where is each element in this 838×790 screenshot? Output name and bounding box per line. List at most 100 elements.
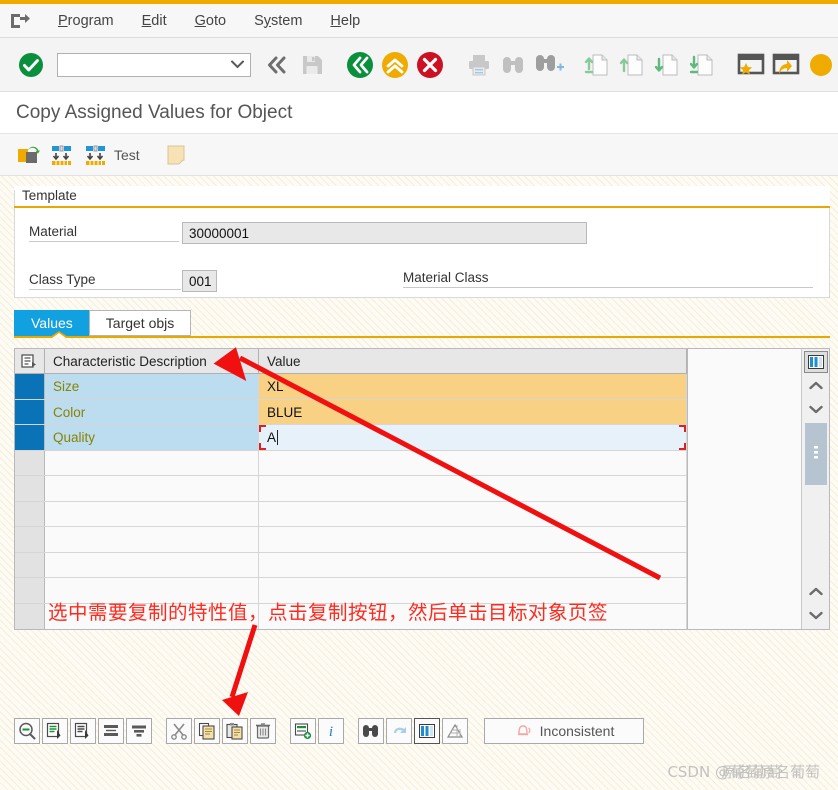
row-selector[interactable] — [15, 374, 45, 399]
next-page-button[interactable] — [650, 47, 685, 83]
grid-config-icon[interactable] — [803, 351, 828, 373]
delete-button[interactable] — [250, 718, 276, 744]
status-label: Inconsistent — [539, 723, 615, 739]
scrollbar-thumb[interactable] — [804, 423, 827, 485]
info-button[interactable]: i — [318, 718, 344, 744]
grid-right-pane — [687, 349, 801, 629]
scroll-down-button[interactable] — [802, 603, 829, 627]
cell-description[interactable]: Quality — [45, 425, 259, 450]
cell-value[interactable] — [259, 527, 687, 552]
cell-description[interactable] — [45, 476, 259, 501]
menu-item-system[interactable]: System — [240, 11, 316, 31]
table-row[interactable] — [15, 476, 687, 502]
back-button[interactable] — [343, 47, 378, 83]
insert-row-button[interactable] — [290, 718, 316, 744]
cell-description[interactable] — [45, 527, 259, 552]
menu-item-help[interactable]: Help — [316, 11, 374, 31]
content-area: Template Material 30000001 Class Type 00… — [0, 176, 838, 741]
exit-button[interactable] — [378, 47, 413, 83]
assign-values-alt-button[interactable] — [70, 718, 96, 744]
previous-page-button[interactable] — [615, 47, 650, 83]
create-favorite-button[interactable] — [733, 47, 768, 83]
cell-value-text: A — [267, 430, 277, 446]
create-shortcut-button[interactable] — [768, 47, 803, 83]
cell-value[interactable] — [259, 476, 687, 501]
find-button[interactable] — [496, 47, 531, 83]
material-class-label: Material Class — [403, 270, 813, 288]
last-page-button[interactable] — [685, 47, 720, 83]
chevron-down-icon — [231, 60, 245, 69]
cut-button[interactable] — [166, 718, 192, 744]
save-button[interactable] — [294, 47, 329, 83]
copy-button[interactable] — [194, 718, 220, 744]
table-row[interactable] — [15, 527, 687, 553]
command-field[interactable] — [56, 52, 252, 77]
menu-item-program-label: rogram — [67, 12, 114, 29]
cell-value[interactable]: XL — [259, 374, 687, 399]
annotation-text: 选中需要复制的特性值，点击复制按钮，然后单击目标对象页签 — [48, 601, 609, 624]
material-field[interactable]: 30000001 — [182, 222, 587, 244]
find-button[interactable] — [358, 718, 384, 744]
cell-value[interactable] — [259, 450, 687, 476]
display-filter-button[interactable] — [14, 718, 40, 744]
table-row[interactable]: Size XL — [15, 374, 687, 400]
menu-item-edit[interactable]: Edit — [128, 11, 181, 31]
characteristic-values-grid: Characteristic Description Value Size XL… — [14, 348, 830, 630]
tab-target-objs[interactable]: Target objs — [88, 310, 192, 336]
print-button[interactable] — [461, 47, 496, 83]
main-toolbar — [0, 38, 838, 92]
enter-check-button[interactable] — [14, 47, 49, 83]
transfer-all-button[interactable] — [50, 143, 74, 167]
cell-description[interactable] — [45, 552, 259, 578]
menu-bar: Program Edit Goto System Help — [0, 4, 838, 38]
cell-description[interactable] — [45, 450, 259, 476]
table-row[interactable] — [15, 552, 687, 579]
column-header-value[interactable]: Value — [259, 349, 687, 374]
grid-header-row: Characteristic Description Value — [15, 349, 687, 375]
chart-view-button[interactable] — [442, 718, 468, 744]
row-selector[interactable] — [15, 425, 45, 450]
cell-value[interactable]: BLUE — [259, 399, 687, 425]
menu-item-program[interactable]: Program — [44, 11, 128, 31]
cancel-button[interactable] — [413, 47, 448, 83]
status-badge[interactable]: Inconsistent — [484, 718, 644, 744]
menu-item-goto[interactable]: Goto — [181, 11, 240, 31]
scroll-page-down-button[interactable] — [802, 579, 829, 603]
paste-button[interactable] — [222, 718, 248, 744]
find-next-button[interactable] — [531, 47, 566, 83]
table-row[interactable] — [15, 450, 687, 477]
scroll-up-button[interactable] — [802, 373, 829, 397]
table-row[interactable] — [15, 501, 687, 528]
first-page-button[interactable] — [580, 47, 615, 83]
table-row[interactable]: Quality A — [15, 425, 687, 451]
column-header-characteristic-description[interactable]: Characteristic Description — [45, 349, 259, 374]
material-label: Material — [29, 224, 179, 242]
row-selector[interactable] — [15, 399, 45, 425]
cell-value[interactable] — [259, 501, 687, 527]
compress-button[interactable] — [98, 718, 124, 744]
test-button-label: Test — [114, 146, 140, 163]
note-button[interactable] — [164, 143, 188, 167]
cell-description[interactable]: Size — [45, 374, 259, 399]
system-menu-icon[interactable] — [8, 10, 32, 32]
help-button[interactable] — [803, 47, 838, 83]
assign-values-button[interactable] — [42, 718, 68, 744]
application-toolbar: Test — [0, 134, 838, 176]
class-type-field[interactable]: 001 — [182, 270, 217, 292]
sort-button[interactable] — [126, 718, 152, 744]
test-button[interactable]: Test — [84, 143, 140, 167]
back-double-button[interactable] — [259, 47, 294, 83]
table-view-button[interactable] — [414, 718, 440, 744]
cell-value[interactable] — [259, 552, 687, 578]
cell-description[interactable] — [45, 501, 259, 527]
tab-strip: Values Target objs — [14, 310, 830, 338]
scroll-page-up-button[interactable] — [802, 397, 829, 421]
cell-description[interactable]: Color — [45, 399, 259, 425]
table-row[interactable]: Color BLUE — [15, 399, 687, 426]
undo-button[interactable] — [386, 718, 412, 744]
watermark-name-b: 原名葡萄 — [721, 763, 782, 781]
grid-vertical-scrollbar[interactable] — [801, 349, 829, 629]
copy-object-button[interactable] — [16, 143, 40, 167]
cell-value-input[interactable]: A — [259, 425, 687, 450]
select-all-icon[interactable] — [15, 349, 45, 374]
